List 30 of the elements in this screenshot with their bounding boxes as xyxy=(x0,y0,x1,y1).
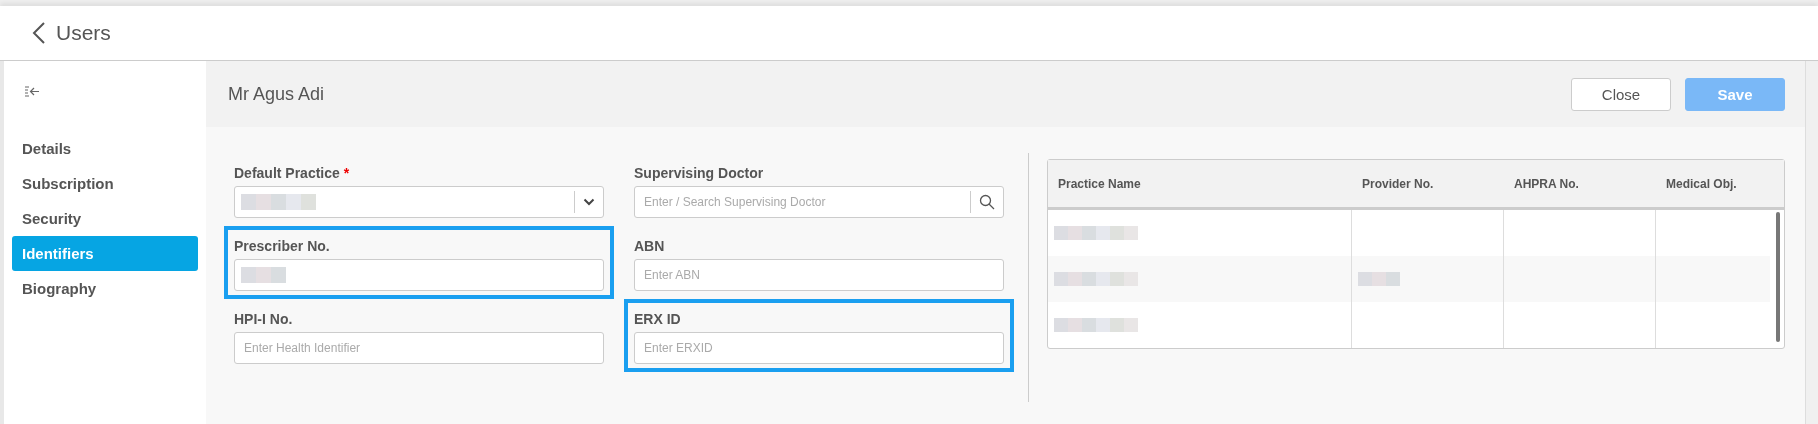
sidebar-item[interactable]: Biography xyxy=(12,271,198,306)
field-label: Supervising Doctor xyxy=(634,165,764,181)
select-field[interactable] xyxy=(234,186,604,218)
input-field[interactable]: Enter ERXID xyxy=(634,332,1004,364)
input-field[interactable]: Enter Health Identifier xyxy=(234,332,604,364)
field-label: HPI-I No. xyxy=(234,311,293,327)
sidebar-item[interactable]: Security xyxy=(12,201,198,236)
required-mark: * xyxy=(343,165,350,181)
input-field[interactable] xyxy=(234,259,604,291)
search-input[interactable]: Enter / Search Supervising Doctor xyxy=(635,195,970,209)
back-button[interactable]: Users xyxy=(30,19,113,47)
column-header: AHPRA No. xyxy=(1513,176,1580,191)
field-label: ERX ID xyxy=(634,311,681,327)
column-header: Medical Obj. xyxy=(1665,176,1738,191)
collapse-menu-icon[interactable] xyxy=(24,85,40,99)
field-label: Default Practice xyxy=(234,165,340,181)
scrollbar[interactable] xyxy=(1776,212,1780,342)
search-icon[interactable] xyxy=(979,194,995,210)
back-chevron-icon xyxy=(32,21,46,45)
sidebar-item[interactable]: Subscription xyxy=(12,166,198,201)
close-button[interactable]: Close xyxy=(1571,77,1671,111)
field-label: Prescriber No. xyxy=(234,238,330,254)
page-title: Mr Agus Adi xyxy=(228,83,325,105)
column-header: Practice Name xyxy=(1057,176,1142,191)
input-field[interactable]: Enter ABN xyxy=(634,259,1004,291)
column-header: Provider No. xyxy=(1361,176,1435,191)
sidebar-item[interactable]: Details xyxy=(12,131,198,166)
search-field[interactable]: Enter / Search Supervising Doctor xyxy=(634,186,1004,218)
chevron-down-icon[interactable] xyxy=(583,198,595,206)
field-label: ABN xyxy=(634,238,665,254)
